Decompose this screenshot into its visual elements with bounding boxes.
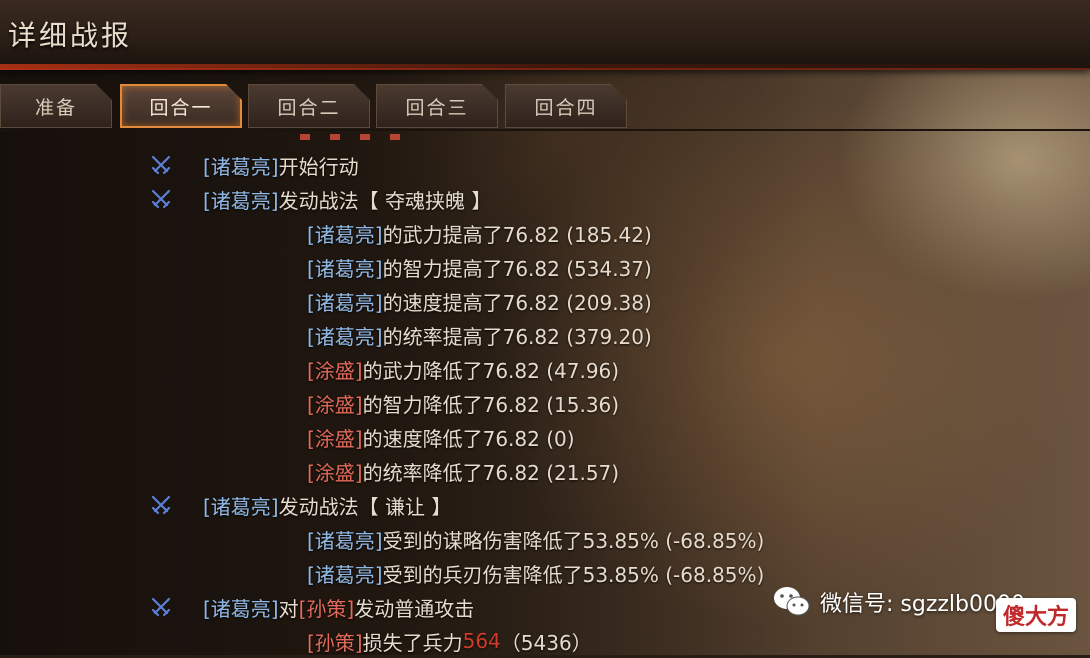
wechat-icon: [772, 584, 812, 620]
enemy-name: [孙策]: [298, 596, 355, 621]
watermark: 微信号: sgzzlb0000: [772, 580, 1025, 624]
title-bar: 详细战报: [0, 0, 1090, 70]
log-text: 的统率提高了76.82 (379.20): [382, 324, 652, 349]
enemy-name: [涂盛]: [307, 460, 363, 485]
log-text: 开始行动: [278, 154, 359, 179]
log-text: 的速度降低了76.82 (0): [362, 426, 575, 451]
log-line: [诸葛亮] 的统率提高了76.82 (379.20): [307, 318, 652, 352]
log-line: [涂盛] 的速度降低了76.82 (0): [307, 420, 575, 454]
tab-round-2[interactable]: 回合二: [248, 84, 370, 128]
watermark-stamp: 傻大方: [996, 598, 1076, 632]
clipped-previous-line: [300, 134, 410, 140]
hero-name: [诸葛亮]: [307, 528, 383, 553]
log-line: [涂盛] 的智力降低了76.82 (15.36): [307, 386, 619, 420]
log-text: （5436）: [500, 630, 592, 655]
tab-round-4[interactable]: 回合四: [505, 84, 627, 128]
enemy-name: [孙策]: [307, 630, 363, 655]
hero-name: [诸葛亮]: [307, 562, 383, 587]
log-line: [涂盛] 的统率降低了76.82 (21.57): [307, 454, 619, 488]
crossed-swords-icon: [150, 154, 172, 176]
enemy-name: [涂盛]: [307, 392, 363, 417]
hero-name: [诸葛亮]: [203, 494, 279, 519]
log-text: 的智力降低了76.82 (15.36): [362, 392, 620, 417]
log-text: 发动普通攻击: [354, 596, 475, 621]
log-line: [诸葛亮] 受到的兵刃伤害降低了53.85% (-68.85%): [307, 556, 764, 590]
enemy-name: [涂盛]: [307, 358, 363, 383]
log-text: 的智力提高了76.82 (534.37): [382, 256, 652, 281]
watermark-text: 微信号: sgzzlb0000: [820, 592, 1025, 617]
log-text: 的武力提高了76.82 (185.42): [382, 222, 652, 247]
log-text: 的武力降低了76.82 (47.96): [362, 358, 620, 383]
log-line: [诸葛亮] 发动战法【 谦让 】: [203, 488, 451, 522]
log-line: [诸葛亮] 开始行动: [203, 148, 359, 182]
tab-prepare[interactable]: 准备: [0, 84, 112, 128]
log-line: [诸葛亮] 发动战法【 夺魂挟魄 】: [203, 182, 491, 216]
enemy-name: [涂盛]: [307, 426, 363, 451]
hero-name: [诸葛亮]: [307, 324, 383, 349]
log-line: [诸葛亮] 的速度提高了76.82 (209.38): [307, 284, 652, 318]
log-text: 受到的谋略伤害降低了53.85% (-68.85%): [382, 528, 765, 553]
tab-divider: [0, 129, 1090, 131]
log-text: 的统率降低了76.82 (21.57): [362, 460, 620, 485]
crossed-swords-icon: [150, 596, 172, 618]
log-text: 的速度提高了76.82 (209.38): [382, 290, 652, 315]
log-text: 发动战法【 夺魂挟魄 】: [278, 188, 492, 213]
log-line: [诸葛亮] 的武力提高了76.82 (185.42): [307, 216, 652, 250]
hero-name: [诸葛亮]: [203, 154, 279, 179]
round-tabs: 准备 回合一 回合二 回合三 回合四: [0, 84, 1090, 130]
crossed-swords-icon: [150, 188, 172, 210]
log-text: 发动战法【 谦让 】: [278, 494, 452, 519]
hero-name: [诸葛亮]: [307, 222, 383, 247]
hero-name: [诸葛亮]: [307, 256, 383, 281]
log-line: [涂盛] 的武力降低了76.82 (47.96): [307, 352, 619, 386]
damage-value: 564: [462, 629, 501, 653]
window-title: 详细战报: [8, 19, 133, 52]
log-line: [诸葛亮] 的智力提高了76.82 (534.37): [307, 250, 652, 284]
log-text: 受到的兵刃伤害降低了53.85% (-68.85%): [382, 562, 765, 587]
log-line: [诸葛亮] 对 [孙策] 发动普通攻击: [203, 590, 474, 624]
log-line: [诸葛亮] 受到的谋略伤害降低了53.85% (-68.85%): [307, 522, 764, 556]
hero-name: [诸葛亮]: [307, 290, 383, 315]
hero-name: [诸葛亮]: [203, 596, 279, 621]
tab-round-1[interactable]: 回合一: [120, 84, 242, 128]
tab-round-3[interactable]: 回合三: [376, 84, 498, 128]
crossed-swords-icon: [150, 494, 172, 516]
log-text: 损失了兵力: [362, 630, 463, 655]
log-text: 对: [278, 596, 299, 621]
log-line: [孙策] 损失了兵力 564 （5436）: [307, 624, 592, 658]
hero-name: [诸葛亮]: [203, 188, 279, 213]
